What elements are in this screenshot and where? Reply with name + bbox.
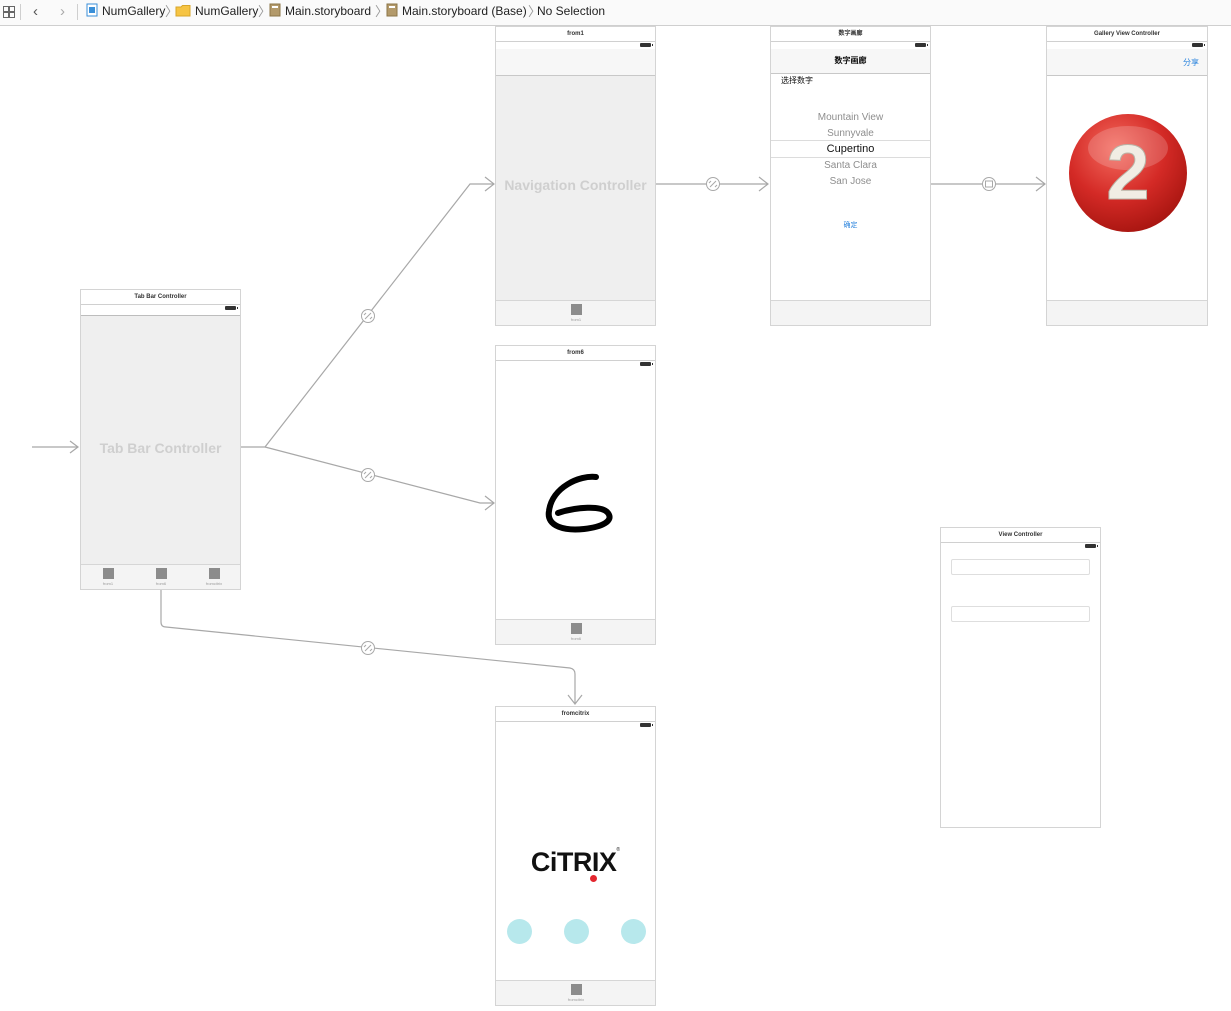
- battery-icon: [915, 43, 928, 47]
- status-bar: [941, 542, 1100, 550]
- status-bar: [1047, 41, 1207, 49]
- tab-icon: [570, 623, 582, 634]
- prompt-label: 选择数字: [781, 76, 813, 85]
- placeholder-label: Tab Bar Controller: [99, 440, 222, 456]
- text-field-top[interactable]: [951, 559, 1090, 575]
- tab-label: from6: [570, 636, 582, 641]
- tab-bar: fromcitrix: [496, 980, 655, 1005]
- picker-row[interactable]: Sunnyvale: [771, 128, 930, 139]
- scene-navigation-controller[interactable]: from1 Navigation Controller from1: [495, 26, 656, 326]
- tab-icon: [155, 568, 167, 579]
- scene-title: Gallery View Controller: [1047, 27, 1207, 42]
- handwritten-digit-image: [545, 473, 613, 533]
- scene-title: 数字画廊: [771, 27, 930, 42]
- tab-fromcitrix[interactable]: fromcitrix: [556, 984, 596, 1002]
- status-bar: [496, 360, 655, 368]
- navigation-bar: 数字画廊: [771, 49, 930, 74]
- scene-title: from6: [496, 346, 655, 361]
- tab-label: from1: [102, 581, 114, 586]
- picker-row[interactable]: Santa Clara: [771, 160, 930, 171]
- nav-title: 数字画廊: [834, 56, 867, 65]
- tab-icon: [208, 568, 220, 579]
- tab-from6[interactable]: from6: [141, 568, 181, 586]
- navigation-bar: [496, 49, 655, 76]
- tab-icon: [102, 568, 114, 579]
- battery-icon: [225, 306, 238, 310]
- tab-bar-item-area: from1: [496, 300, 655, 325]
- tab-bar: from6: [496, 619, 655, 644]
- segue-show-icon: [982, 177, 996, 191]
- battery-icon: [640, 43, 653, 47]
- logo-text: CiTRIX: [530, 847, 617, 877]
- circle-button-left[interactable]: [507, 919, 532, 944]
- tab-icon: [570, 984, 582, 995]
- circle-button-right[interactable]: [621, 919, 646, 944]
- circle-button-middle[interactable]: [564, 919, 589, 944]
- badge-number: 2: [1106, 128, 1149, 216]
- battery-icon: [640, 362, 653, 366]
- status-bar: [81, 304, 240, 312]
- battery-icon: [1085, 544, 1098, 548]
- tab-from1[interactable]: from1: [88, 568, 128, 586]
- scene-fromcitrix[interactable]: fromcitrix CiTRIX® fromcitrix: [495, 706, 656, 1006]
- tab-label: fromcitrix: [205, 581, 223, 586]
- tab-label: fromcitrix: [567, 997, 585, 1002]
- tab-icon: [570, 304, 582, 315]
- status-bar: [496, 721, 655, 729]
- tab-bar: [771, 300, 930, 325]
- scene-view-controller[interactable]: View Controller: [940, 527, 1101, 828]
- tab-from1[interactable]: from1: [556, 304, 596, 322]
- registered-mark-icon: ®: [616, 847, 621, 853]
- status-bar: [771, 41, 930, 49]
- scene-tab-bar-controller[interactable]: Tab Bar Controller Tab Bar Controller fr…: [80, 289, 241, 590]
- segue-tab-to-from6: [264, 446, 494, 504]
- navigation-bar: 分享: [1047, 49, 1207, 76]
- scene-title: fromcitrix: [496, 707, 655, 722]
- tab-bar: [1047, 300, 1207, 325]
- citrix-logo: CiTRIX®: [496, 847, 655, 878]
- picker-row[interactable]: Mountain View: [771, 112, 930, 123]
- tab-label: from6: [155, 581, 167, 586]
- scene-title: Tab Bar Controller: [81, 290, 240, 305]
- tab-fromcitrix[interactable]: fromcitrix: [194, 568, 234, 586]
- number-badge-image: 2: [1069, 114, 1187, 232]
- battery-icon: [640, 723, 653, 727]
- picker-row[interactable]: San Jose: [771, 176, 930, 187]
- battery-icon: [1192, 43, 1205, 47]
- text-field-bottom[interactable]: [951, 606, 1090, 622]
- scene-gallery-view-controller[interactable]: Gallery View Controller 分享 2: [1046, 26, 1208, 326]
- tab-bar: from1 from6 fromcitrix: [81, 564, 240, 589]
- tab-label: from1: [570, 317, 582, 322]
- picker-row-selected[interactable]: Cupertino: [771, 143, 930, 155]
- logo-red-dot: [590, 875, 597, 882]
- status-bar: [496, 41, 655, 49]
- scene-number-gallery[interactable]: 数字画廊 数字画廊 选择数字 Mountain View Sunnyvale C…: [770, 26, 931, 326]
- tab-from6[interactable]: from6: [556, 623, 596, 641]
- scene-title: from1: [496, 27, 655, 42]
- placeholder-label: Navigation Controller: [504, 177, 647, 193]
- scene-from6[interactable]: from6 from6: [495, 345, 656, 645]
- scene-title: View Controller: [941, 528, 1100, 543]
- share-button[interactable]: 分享: [1183, 57, 1199, 68]
- confirm-button[interactable]: 确定: [771, 220, 930, 230]
